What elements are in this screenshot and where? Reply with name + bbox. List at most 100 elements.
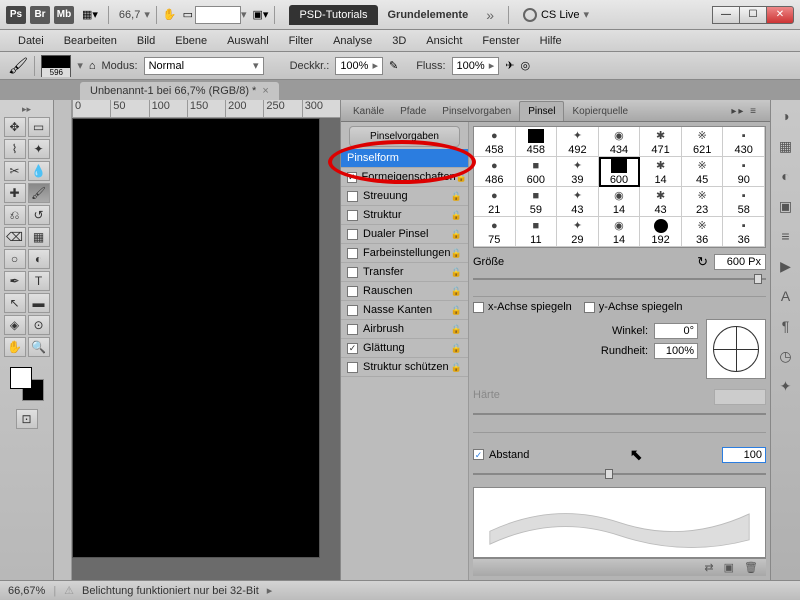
brush-option-item[interactable]: ✓Formeigenschaften🔒 [341, 168, 468, 187]
menu-fenster[interactable]: Fenster [472, 32, 529, 50]
brush-cell[interactable]: ■600 [516, 157, 558, 187]
heal-tool[interactable]: ✚ [4, 183, 26, 203]
dock-para-icon[interactable]: ¶ [776, 316, 796, 336]
move-tool[interactable]: ✥ [4, 117, 26, 137]
eyedropper-tool[interactable]: 💧 [28, 161, 50, 181]
reset-icon[interactable]: ↻ [697, 254, 708, 270]
brush-cell[interactable]: 458 [516, 127, 558, 157]
panel-tab[interactable]: Pinsel [519, 101, 564, 121]
brush-cell[interactable]: ●21 [474, 187, 516, 217]
brush-cell[interactable]: ▪58 [723, 187, 765, 217]
zoom-tool[interactable]: 🔍 [28, 337, 50, 357]
dock-misc-icon[interactable]: ✦ [776, 376, 796, 396]
menu-analyse[interactable]: Analyse [323, 32, 382, 50]
path-tool[interactable]: ↖ [4, 293, 26, 313]
wand-tool[interactable]: ✦ [28, 139, 50, 159]
brush-option-item[interactable]: ✓Glättung🔒 [341, 339, 468, 358]
angle-dial[interactable] [706, 319, 766, 379]
brush-cell[interactable]: ※621 [682, 127, 724, 157]
brush-cell[interactable]: ※23 [682, 187, 724, 217]
brush-tool[interactable]: 🖌 [28, 183, 50, 203]
opacity-field[interactable]: 100%▸ [335, 57, 383, 75]
brush-tool-icon[interactable]: 🖌 [8, 56, 28, 76]
minimize-button[interactable]: — [712, 6, 740, 24]
dock-play-icon[interactable]: ▶ [776, 256, 796, 276]
brush-cell[interactable]: ※36 [682, 217, 724, 247]
dock-adjust-icon[interactable]: ◐ [776, 166, 796, 186]
close-tab-icon[interactable]: × [262, 85, 268, 97]
brush-cell[interactable]: 600 [599, 157, 641, 187]
film-icon[interactable]: ▦▾ [82, 8, 98, 21]
trash-icon[interactable]: 🗑 [744, 561, 758, 574]
spacing-value[interactable]: 100 [722, 447, 766, 463]
roundness-field[interactable] [654, 343, 698, 359]
marquee-tool[interactable]: ▭ [28, 117, 50, 137]
zoom-level[interactable]: 66,7 [115, 9, 144, 21]
brush-cell[interactable]: ●486 [474, 157, 516, 187]
bridge-icon[interactable]: Br [30, 6, 50, 24]
doc-tab[interactable]: Unbenannt-1 bei 66,7% (RGB/8) *× [80, 82, 279, 100]
brush-option-item[interactable]: Streuung🔒 [341, 187, 468, 206]
size-slider[interactable] [473, 272, 766, 284]
brush-presets-header[interactable]: Pinselvorgaben [349, 126, 460, 147]
brush-option-item[interactable]: Struktur🔒 [341, 206, 468, 225]
brush-panel-icon[interactable]: ⌂ [89, 60, 96, 72]
brush-option-item[interactable]: Dualer Pinsel🔒 [341, 225, 468, 244]
brush-cell[interactable]: ※45 [682, 157, 724, 187]
brush-cell[interactable]: ✦29 [557, 217, 599, 247]
menu-bearbeiten[interactable]: Bearbeiten [54, 32, 127, 50]
brush-cell[interactable]: ✦492 [557, 127, 599, 157]
history-tool[interactable]: ↺ [28, 205, 50, 225]
crop-tool[interactable]: ✂ [4, 161, 26, 181]
lasso-tool[interactable]: ⌇ [4, 139, 26, 159]
cslive[interactable]: CS Live▾ [523, 8, 589, 22]
tablet-size-icon[interactable]: ◎ [520, 59, 530, 72]
brush-cell[interactable]: ▪36 [723, 217, 765, 247]
brush-cell[interactable]: ▪430 [723, 127, 765, 157]
dock-color-icon[interactable]: ◑ [776, 106, 796, 126]
menu-hilfe[interactable]: Hilfe [530, 32, 572, 50]
brush-cell[interactable]: ◉14 [599, 187, 641, 217]
panel-tab[interactable]: Kopierquelle [564, 102, 636, 121]
brush-option-item[interactable]: Airbrush🔒 [341, 320, 468, 339]
flipy-checkbox[interactable] [584, 302, 595, 313]
tablet-opacity-icon[interactable]: ✎ [389, 59, 398, 72]
brush-cell[interactable]: ✦39 [557, 157, 599, 187]
brush-cell[interactable]: ■59 [516, 187, 558, 217]
brush-option-item[interactable]: Nasse Kanten🔒 [341, 301, 468, 320]
menu-datei[interactable]: Datei [8, 32, 54, 50]
panel-tab[interactable]: Pinselvorgaben [434, 102, 519, 121]
dock-char-icon[interactable]: A [776, 286, 796, 306]
brush-grid[interactable]: ●458458✦492◉434✱471※621▪430●486■600✦3960… [473, 126, 766, 248]
dock-masks-icon[interactable]: ▣ [776, 196, 796, 216]
new-icon[interactable]: ▣ [724, 561, 734, 574]
mb-icon[interactable]: Mb [54, 6, 74, 24]
hand-icon[interactable]: ✋ [163, 8, 177, 21]
pen-tool[interactable]: ✒ [4, 271, 26, 291]
canvas[interactable] [72, 118, 320, 558]
dock-hist-icon[interactable]: ◷ [776, 346, 796, 366]
type-tool[interactable]: T [28, 271, 50, 291]
panel-tab[interactable]: Kanäle [345, 102, 392, 121]
dodge-tool[interactable]: ◐ [28, 249, 50, 269]
flipx-checkbox[interactable] [473, 302, 484, 313]
brush-option-item[interactable]: Struktur schützen🔒 [341, 358, 468, 377]
brush-preset-swatch[interactable] [41, 55, 71, 77]
brush-cell[interactable]: ✱471 [640, 127, 682, 157]
close-button[interactable]: ✕ [766, 6, 794, 24]
brush-option-item[interactable]: Farbeinstellungen🔒 [341, 244, 468, 263]
screen-mode-icon[interactable]: ▣▾ [253, 8, 269, 21]
gradient-tool[interactable]: ▦ [28, 227, 50, 247]
stamp-tool[interactable]: ⎌ [4, 205, 26, 225]
status-zoom[interactable]: 66,67% [8, 585, 45, 597]
workspace-tab-light[interactable]: Grundelemente [378, 5, 479, 25]
hand-tool[interactable]: ✋ [4, 337, 26, 357]
menu-3d[interactable]: 3D [382, 32, 416, 50]
spacing-checkbox[interactable]: ✓ [473, 449, 484, 460]
panel-menu-icon[interactable]: ▸▸ ≡ [723, 102, 766, 121]
spacing-slider[interactable] [473, 467, 766, 479]
shape-tool[interactable]: ▬ [28, 293, 50, 313]
panel-tab[interactable]: Pfade [392, 102, 434, 121]
airbrush-icon[interactable]: ✈ [505, 59, 514, 72]
brush-option-item[interactable]: Pinselform [341, 149, 468, 168]
